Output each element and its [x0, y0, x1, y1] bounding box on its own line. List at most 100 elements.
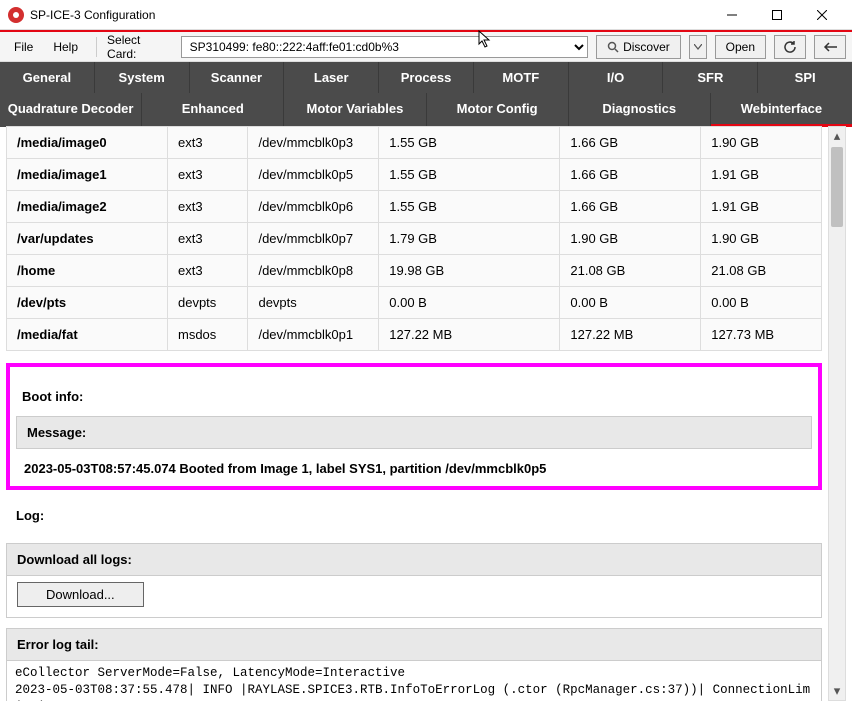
scrollbar-thumb[interactable] [831, 147, 843, 227]
cell-mount: /dev/pts [7, 287, 168, 319]
cell-total: 1.90 GB [701, 223, 822, 255]
table-row: /dev/ptsdevptsdevpts0.00 B0.00 B0.00 B [7, 287, 822, 319]
cell-mount: /media/image0 [7, 127, 168, 159]
discover-label: Discover [623, 40, 670, 54]
cell-used: 1.55 GB [379, 159, 560, 191]
download-label: Download all logs: [7, 544, 821, 576]
window-title: SP-ICE-3 Configuration [30, 8, 709, 22]
discover-dropdown[interactable] [689, 35, 707, 59]
boot-highlight: Boot info: Message: 2023-05-03T08:57:45.… [6, 363, 822, 490]
cell-used: 127.22 MB [379, 319, 560, 351]
cell-used: 1.79 GB [379, 223, 560, 255]
cell-total: 127.73 MB [701, 319, 822, 351]
cell-dev: /dev/mmcblk0p8 [248, 255, 379, 287]
cell-total: 1.91 GB [701, 191, 822, 223]
refresh-icon [783, 40, 797, 54]
cell-used: 1.55 GB [379, 191, 560, 223]
tab-spi[interactable]: SPI [758, 62, 852, 93]
cell-total: 1.91 GB [701, 159, 822, 191]
log-title: Log: [6, 500, 822, 531]
discover-button[interactable]: Discover [596, 35, 681, 59]
titlebar: SP-ICE-3 Configuration [0, 0, 852, 30]
scroll-down-icon[interactable]: ▾ [829, 682, 845, 700]
arrow-left-icon [823, 42, 837, 52]
cell-avail: 1.66 GB [560, 159, 701, 191]
scroll-up-icon[interactable]: ▴ [829, 127, 845, 145]
cell-type: ext3 [167, 191, 247, 223]
close-button[interactable] [799, 0, 844, 30]
cell-type: devpts [167, 287, 247, 319]
cell-used: 0.00 B [379, 287, 560, 319]
table-row: /media/image0ext3/dev/mmcblk0p31.55 GB 1.… [7, 127, 822, 159]
cell-type: ext3 [167, 127, 247, 159]
cell-mount: /var/updates [7, 223, 168, 255]
cell-avail: 1.90 GB [560, 223, 701, 255]
cell-dev: /dev/mmcblk0p3 [248, 127, 379, 159]
app-icon [8, 7, 24, 23]
tab-general[interactable]: General [0, 62, 95, 93]
menu-file[interactable]: File [6, 36, 41, 58]
filesystem-table: /media/image0ext3/dev/mmcblk0p31.55 GB1.… [6, 126, 822, 351]
cell-mount: /home [7, 255, 168, 287]
tab-diagnostics[interactable]: Diagnostics [569, 93, 711, 127]
select-card-label: Select Card: [107, 33, 173, 61]
menubar: File Help Select Card: SP310499: fe80::2… [0, 32, 852, 62]
tab-i-o[interactable]: I/O [569, 62, 664, 93]
refresh-button[interactable] [774, 35, 806, 59]
tabbar: GeneralSystemScannerLaserProcessMOTFI/OS… [0, 62, 852, 127]
tab-sfr[interactable]: SFR [663, 62, 758, 93]
tab-quadrature-decoder[interactable]: Quadrature Decoder [0, 93, 142, 127]
menu-help[interactable]: Help [45, 36, 86, 58]
cell-mount: /media/fat [7, 319, 168, 351]
tab-system[interactable]: System [95, 62, 190, 93]
table-row: /media/image1ext3/dev/mmcblk0p51.55 GB1.… [7, 159, 822, 191]
cell-dev: /dev/mmcblk0p5 [248, 159, 379, 191]
cell-avail: 1.66 GB [560, 191, 701, 223]
cell-used: 1.55 GB [379, 127, 560, 159]
boot-message-label: Message: [16, 416, 812, 449]
errorlog-label: Error log tail: [7, 629, 821, 660]
vertical-scrollbar[interactable]: ▴ ▾ [828, 126, 846, 701]
cell-total: 1.90 GB [701, 127, 822, 159]
errorlog-section: Error log tail: eCollector ServerMode=Fa… [6, 628, 822, 701]
minimize-button[interactable] [709, 0, 754, 30]
boot-info-title: Boot info: [12, 381, 816, 412]
cell-mount: /media/image1 [7, 159, 168, 191]
download-section: Download all logs: Download... [6, 543, 822, 618]
open-button[interactable]: Open [715, 35, 766, 59]
card-select[interactable]: SP310499: fe80::222:4aff:fe01:cd0b%3 [181, 36, 588, 58]
maximize-button[interactable] [754, 0, 799, 30]
tab-motor-config[interactable]: Motor Config [427, 93, 569, 127]
cell-dev: /dev/mmcblk0p7 [248, 223, 379, 255]
cell-dev: devpts [248, 287, 379, 319]
errorlog-text: eCollector ServerMode=False, LatencyMode… [7, 660, 821, 701]
back-button[interactable] [814, 35, 846, 59]
cell-type: ext3 [167, 159, 247, 191]
tab-enhanced[interactable]: Enhanced [142, 93, 284, 127]
tab-process[interactable]: Process [379, 62, 474, 93]
cell-dev: /dev/mmcblk0p6 [248, 191, 379, 223]
table-row: /var/updatesext3/dev/mmcblk0p71.79 GB1.9… [7, 223, 822, 255]
cell-avail: 127.22 MB [560, 319, 701, 351]
separator [96, 37, 97, 57]
cell-total: 21.08 GB [701, 255, 822, 287]
cell-total: 0.00 B [701, 287, 822, 319]
tab-motor-variables[interactable]: Motor Variables [284, 93, 426, 127]
cell-mount: /media/image2 [7, 191, 168, 223]
chevron-down-icon [694, 44, 702, 50]
tab-motf[interactable]: MOTF [474, 62, 569, 93]
search-icon [607, 41, 619, 53]
tab-scanner[interactable]: Scanner [190, 62, 285, 93]
cell-type: ext3 [167, 255, 247, 287]
content-area: /media/image0ext3/dev/mmcblk0p31.55 GB1.… [6, 126, 822, 701]
cell-type: ext3 [167, 223, 247, 255]
table-row: /homeext3/dev/mmcblk0p819.98 GB21.08 GB2… [7, 255, 822, 287]
cell-type: msdos [167, 319, 247, 351]
cell-avail: 21.08 GB [560, 255, 701, 287]
open-label: Open [726, 40, 755, 54]
cell-dev: /dev/mmcblk0p1 [248, 319, 379, 351]
download-button[interactable]: Download... [17, 582, 144, 607]
cell-used: 19.98 GB [379, 255, 560, 287]
tab-webinterface[interactable]: Webinterface [711, 93, 852, 127]
tab-laser[interactable]: Laser [284, 62, 379, 93]
